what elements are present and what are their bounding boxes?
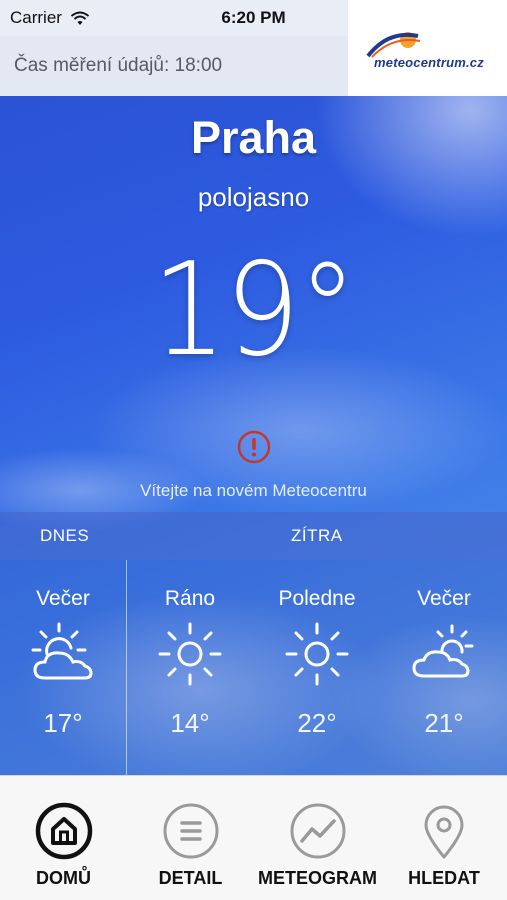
- tab-label: METEOGRAM: [258, 868, 377, 888]
- forecast-temp: 17°: [43, 708, 83, 738]
- city-name: Praha: [190, 112, 317, 163]
- day-label-tomorrow: ZÍTRA: [291, 526, 343, 545]
- weather-condition: polojasno: [197, 182, 310, 212]
- graph-icon: [290, 803, 345, 859]
- forecast-item[interactable]: Večer 21°: [381, 560, 507, 775]
- welcome-message[interactable]: Vítejte na novém Meteocentru: [0, 481, 507, 501]
- alert-icon[interactable]: [237, 430, 271, 464]
- forecast-item[interactable]: Ráno 14°: [127, 560, 253, 775]
- tab-home[interactable]: DOMŮ: [0, 776, 127, 900]
- current-temperature: 19°: [151, 236, 357, 385]
- sun-icon: [158, 622, 222, 686]
- forecast-item[interactable]: Poledne 22°: [254, 560, 380, 775]
- forecast-temp: 14°: [170, 708, 210, 738]
- location-pin-icon: [424, 805, 464, 859]
- tab-bar: DOMŮ DETAIL METEOGRAM HLEDAT: [0, 775, 507, 900]
- tab-meteogram[interactable]: METEOGRAM: [254, 776, 381, 900]
- sun-icon: [285, 622, 349, 686]
- forecast-label: Poledne: [278, 587, 356, 610]
- tab-search[interactable]: HLEDAT: [381, 776, 507, 900]
- home-icon: [35, 802, 92, 860]
- forecast-temp: 22°: [297, 708, 337, 738]
- day-label-today: DNES: [40, 526, 90, 545]
- logo[interactable]: meteocentrum.cz: [348, 0, 507, 96]
- tab-detail[interactable]: DETAIL: [127, 776, 254, 900]
- forecast-item[interactable]: Večer 17°: [0, 560, 126, 775]
- forecast-label: Večer: [417, 587, 471, 610]
- tab-label: DETAIL: [158, 868, 223, 888]
- measurement-time: Čas měření údajů: 18:00: [14, 55, 223, 76]
- sun-cloud-icon: [31, 622, 93, 680]
- header: Čas měření údajů: 18:00 meteocentrum.cz: [0, 0, 507, 96]
- tab-label: HLEDAT: [408, 868, 480, 888]
- day-strip: DNES ZÍTRA: [0, 512, 507, 560]
- forecast-temp: 21°: [424, 708, 464, 738]
- forecast-label: Večer: [36, 587, 90, 610]
- logo-text: meteocentrum.cz: [374, 55, 484, 70]
- list-icon: [163, 803, 218, 859]
- tab-label: DOMŮ: [36, 868, 91, 888]
- forecast-panel: Večer 17° Ráno 14° Poledne 22° Večer 21°: [0, 560, 507, 775]
- forecast-label: Ráno: [164, 587, 216, 610]
- logo-arc-icon: [366, 32, 421, 58]
- sun-cloud-icon: [412, 624, 474, 678]
